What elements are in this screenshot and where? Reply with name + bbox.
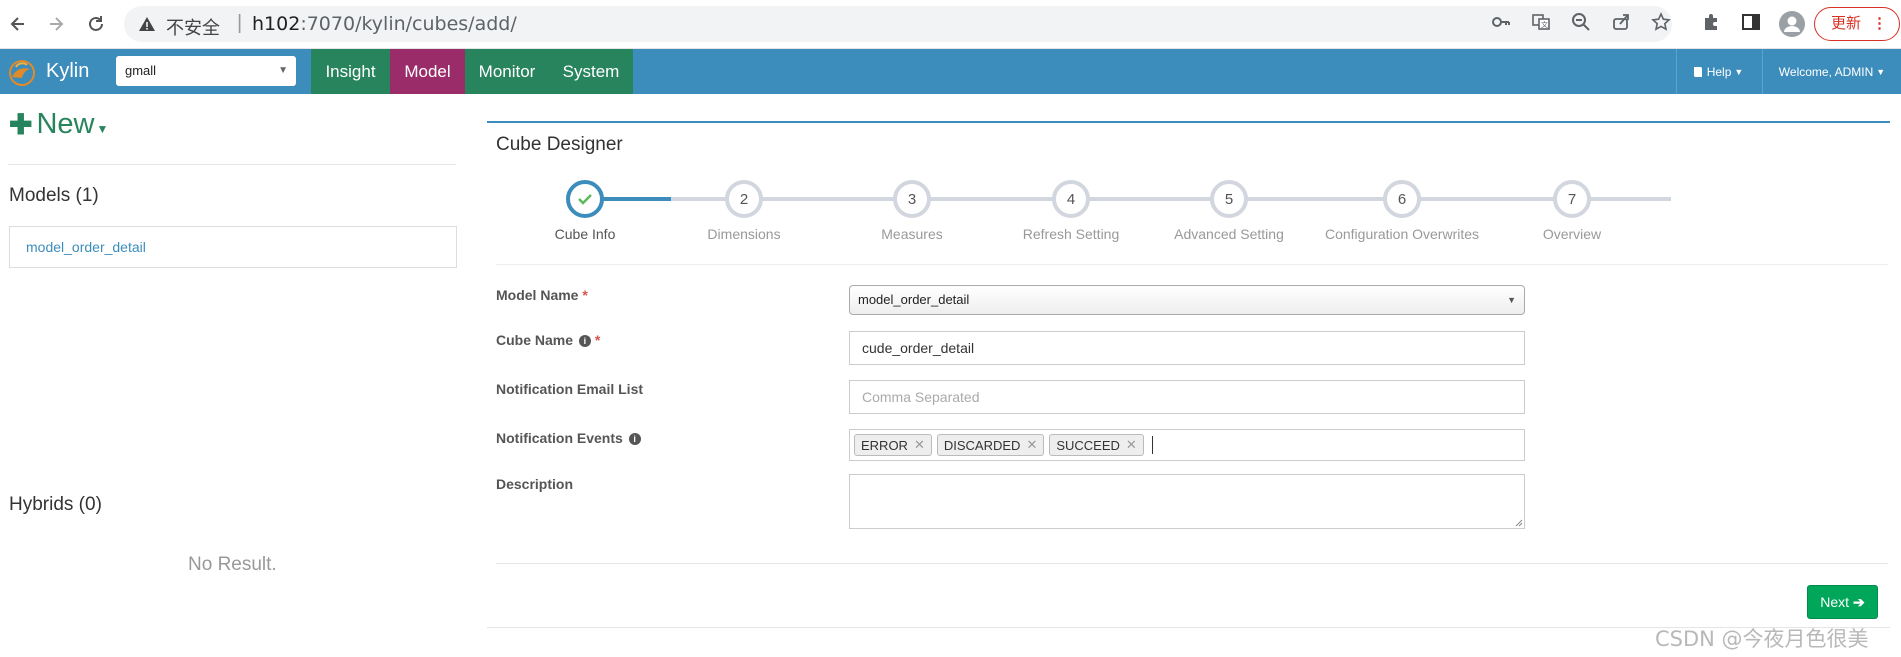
translate-icon[interactable]: 文 xyxy=(1529,12,1553,36)
plus-icon: ✚ xyxy=(9,109,33,140)
divider xyxy=(496,563,1888,564)
more-vertical-icon: ⋮ xyxy=(1872,15,1887,32)
event-tag: DISCARDED ✕ xyxy=(936,434,1045,456)
wizard-step-6[interactable]: 6 xyxy=(1383,180,1421,218)
side-panel-icon[interactable] xyxy=(1739,12,1763,36)
profile-avatar-icon[interactable] xyxy=(1779,11,1805,37)
extensions-icon[interactable] xyxy=(1699,12,1723,36)
notification-events-input[interactable]: ERROR ✕ DISCARDED ✕ SUCCEED ✕ xyxy=(849,429,1525,461)
menu-model[interactable]: Model xyxy=(390,49,465,94)
reload-icon[interactable] xyxy=(82,10,110,38)
browser-toolbar: 不安全 | h102:7070/kylin/cubes/add/ 文 更新 ⋮ xyxy=(0,0,1901,49)
update-button[interactable]: 更新 ⋮ xyxy=(1814,7,1900,41)
text-cursor xyxy=(1151,436,1153,454)
user-menu[interactable]: Welcome, ADMIN ▼ xyxy=(1762,49,1901,94)
models-heading: Models (1) xyxy=(9,185,99,206)
description-label: Description xyxy=(496,476,574,492)
svg-text:文: 文 xyxy=(1541,20,1548,29)
caret-down-icon: ▼ xyxy=(1734,66,1744,77)
forward-icon[interactable] xyxy=(42,10,70,38)
caret-down-icon: ▼ xyxy=(96,121,109,136)
hybrids-heading: Hybrids (0) xyxy=(9,494,102,515)
help-menu[interactable]: Help ▼ xyxy=(1676,49,1758,94)
share-icon[interactable] xyxy=(1609,12,1633,36)
project-select[interactable]: gmall ▼ xyxy=(116,56,296,86)
divider xyxy=(496,264,1888,265)
brand-name: Kylin xyxy=(46,60,90,82)
wizard-step-label: Cube Info xyxy=(554,226,616,242)
email-list-input[interactable]: Comma Separated xyxy=(849,380,1525,414)
event-tag: SUCCEED ✕ xyxy=(1049,434,1144,456)
check-icon xyxy=(578,194,592,205)
wizard-track-line xyxy=(671,197,1671,201)
required-mark: * xyxy=(582,287,588,303)
wizard-step-label: Overview xyxy=(1542,226,1602,242)
wizard-step-3[interactable]: 3 xyxy=(893,180,931,218)
top-navbar: Kylin gmall ▼ Insight Model Monitor Syst… xyxy=(0,49,1901,94)
model-list-item[interactable]: model_order_detail xyxy=(9,226,457,268)
arrow-right-icon: ➔ xyxy=(1853,593,1865,610)
remove-tag-icon[interactable]: ✕ xyxy=(914,437,925,453)
cube-name-label: Cube Name i * xyxy=(496,332,601,348)
model-name-select[interactable]: model_order_detail ▼ xyxy=(849,285,1525,315)
wizard-step-label: Measures xyxy=(881,226,943,242)
zoom-out-icon[interactable] xyxy=(1569,12,1593,36)
wizard-step-label: Configuration Overwrites xyxy=(1324,226,1480,242)
menu-insight[interactable]: Insight xyxy=(311,49,390,94)
wizard-step-label: Advanced Setting xyxy=(1174,226,1284,242)
warning-icon xyxy=(139,17,155,31)
kylin-logo-icon xyxy=(9,59,35,86)
chevron-down-icon: ▼ xyxy=(278,65,288,76)
required-mark: * xyxy=(594,332,601,348)
wizard-step-label: Dimensions xyxy=(707,226,781,242)
menu-monitor[interactable]: Monitor xyxy=(465,49,549,94)
divider xyxy=(8,164,456,165)
wizard-step-2[interactable]: 2 xyxy=(725,180,763,218)
panel-title: Cube Designer xyxy=(496,134,623,155)
chevron-down-icon: ▼ xyxy=(1507,295,1516,305)
key-icon[interactable] xyxy=(1489,12,1513,36)
back-icon[interactable] xyxy=(4,10,32,38)
address-bar[interactable]: 不安全 | h102:7070/kylin/cubes/add/ xyxy=(124,6,1672,42)
bookmark-star-icon[interactable] xyxy=(1649,12,1673,36)
project-select-value: gmall xyxy=(125,63,157,78)
remove-tag-icon[interactable]: ✕ xyxy=(1026,437,1037,453)
caret-down-icon: ▼ xyxy=(1876,66,1886,77)
wizard-step-label: Refresh Setting xyxy=(1022,226,1120,242)
next-button[interactable]: Next ➔ xyxy=(1807,585,1878,619)
resize-grip-icon[interactable] xyxy=(1513,517,1523,527)
model-name-label: Model Name * xyxy=(496,287,588,303)
wizard-step-4[interactable]: 4 xyxy=(1052,180,1090,218)
description-textarea[interactable] xyxy=(849,474,1525,529)
new-button[interactable]: ✚ New ▼ xyxy=(9,108,108,141)
info-icon[interactable]: i xyxy=(578,335,591,347)
cube-name-input[interactable]: cude_order_detail xyxy=(849,331,1525,365)
wizard-step-7[interactable]: 7 xyxy=(1553,180,1591,218)
watermark: CSDN @今夜月色很美 xyxy=(1655,627,1869,651)
email-list-label: Notification Email List xyxy=(496,381,644,397)
kylin-logo[interactable]: Kylin xyxy=(0,49,100,94)
cube-designer-panel: Cube Designer Cube Info 2 Dimensions 3 M… xyxy=(487,121,1890,628)
info-icon[interactable]: i xyxy=(628,433,641,445)
menu-system[interactable]: System xyxy=(549,49,633,94)
notification-events-label: Notification Events i xyxy=(496,430,641,446)
wizard-step-5[interactable]: 5 xyxy=(1210,180,1248,218)
book-icon xyxy=(1693,66,1702,77)
remove-tag-icon[interactable]: ✕ xyxy=(1126,437,1137,453)
insecure-label: 不安全 xyxy=(166,18,220,38)
wizard-step-1[interactable] xyxy=(566,180,604,218)
url-text[interactable]: h102:7070/kylin/cubes/add/ xyxy=(252,13,517,35)
empty-state-text: No Result. xyxy=(188,554,277,575)
event-tag: ERROR ✕ xyxy=(854,434,932,456)
